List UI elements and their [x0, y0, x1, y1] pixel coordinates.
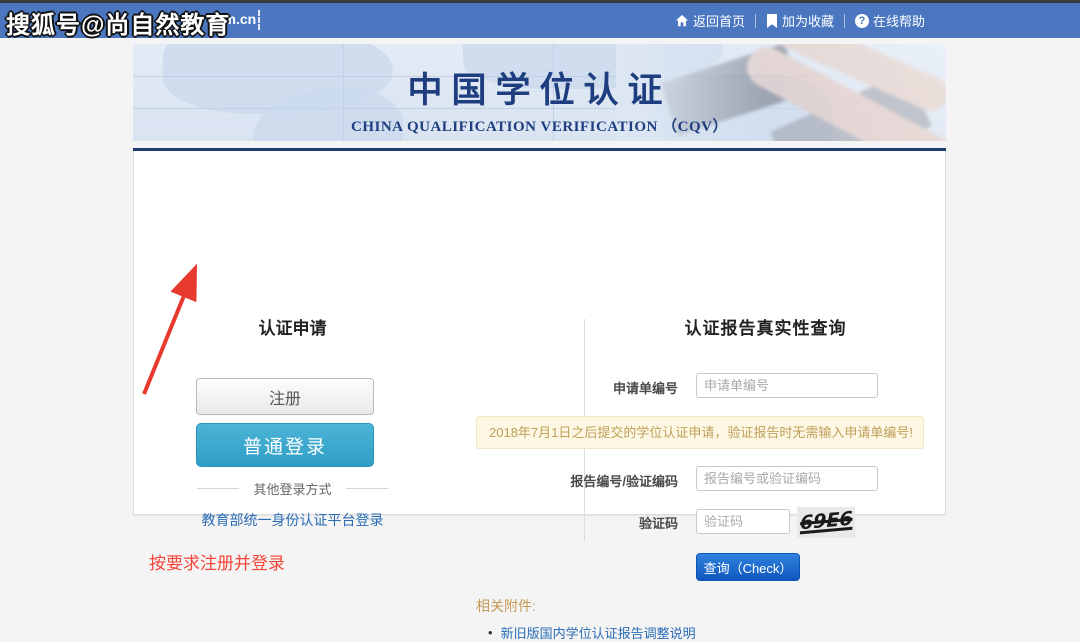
captcha-label: 验证码	[476, 513, 678, 532]
captcha-code: 69E6	[800, 508, 853, 535]
attachment-link[interactable]: 新旧版国内学位认证报告调整说明	[501, 623, 696, 642]
apply-panel-title: 认证申请	[134, 314, 451, 339]
topbar-nav: 返回首页 加为收藏 ? 在线帮助	[675, 3, 925, 38]
red-annotation-text: 按要求注册并登录	[149, 549, 285, 574]
top-bar: om.cn 搜狐号@尚自然教育 返回首页 加为收藏 ? 在线帮助	[0, 0, 1080, 38]
nav-home[interactable]: 返回首页	[675, 11, 745, 30]
application-no-label: 申请单编号	[476, 378, 678, 397]
report-no-label: 报告编号/验证编码	[476, 471, 678, 490]
topbar-dashed-separator	[258, 10, 260, 30]
login-button[interactable]: 普通登录	[196, 423, 374, 467]
attachments-heading: 相关附件:	[476, 596, 536, 616]
moe-unified-login-link[interactable]: 教育部统一身份认证平台登录	[134, 510, 451, 530]
sohu-watermark: 搜狐号@尚自然教育	[6, 5, 230, 40]
dash-decoration	[197, 488, 239, 489]
check-button[interactable]: 查询（Check）	[696, 553, 800, 581]
report-no-input[interactable]	[696, 466, 878, 491]
nav-separator	[844, 14, 845, 28]
site-subtitle: CHINA QUALIFICATION VERIFICATION （CQV）	[133, 115, 946, 136]
nav-bookmark[interactable]: 加为收藏	[766, 11, 834, 30]
captcha-image[interactable]: 69E6	[797, 507, 855, 538]
captcha-input[interactable]	[696, 509, 790, 534]
attachment-item: • 新旧版国内学位认证报告调整说明	[488, 623, 696, 642]
register-button[interactable]: 注册	[196, 378, 374, 415]
home-icon	[675, 14, 689, 28]
nav-help-label: 在线帮助	[873, 11, 925, 30]
main-content: 认证申请 注册 普通登录 其他登录方式 教育部统一身份认证平台登录 按要求注册并…	[133, 151, 946, 515]
bookmark-icon	[766, 14, 778, 28]
nav-bookmark-label: 加为收藏	[782, 11, 834, 30]
application-no-input[interactable]	[696, 373, 878, 398]
other-login-label: 其他登录方式	[253, 479, 331, 498]
nav-home-label: 返回首页	[693, 11, 745, 30]
bullet-marker: •	[488, 625, 493, 640]
other-login-row: 其他登录方式	[134, 479, 451, 498]
nav-separator	[755, 14, 756, 28]
verify-panel-title: 认证报告真实性查询	[584, 314, 947, 339]
site-title: 中国学位认证	[133, 62, 946, 113]
nav-help[interactable]: ? 在线帮助	[855, 11, 925, 30]
dash-decoration	[346, 488, 388, 489]
banner-titles: 中国学位认证 CHINA QUALIFICATION VERIFICATION …	[133, 62, 946, 136]
notice-banner: 2018年7月1日之后提交的学位认证申请，验证报告时无需输入申请单编号!	[476, 416, 924, 449]
help-icon: ?	[855, 14, 869, 28]
site-banner: 中国学位认证 CHINA QUALIFICATION VERIFICATION …	[133, 44, 946, 141]
